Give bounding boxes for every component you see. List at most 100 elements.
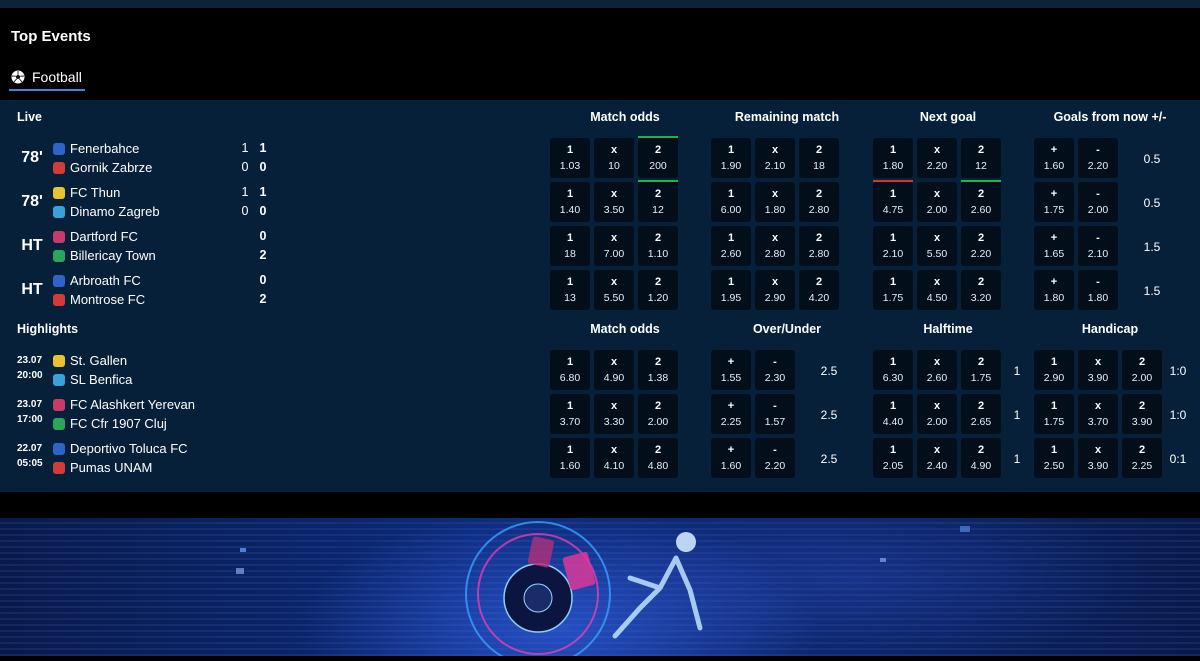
home-team[interactable]: St. Gallen [53, 351, 127, 370]
odds-button[interactable]: - 2.20 [1078, 138, 1118, 178]
odds-button[interactable]: 1 1.40 [550, 182, 590, 222]
odds-button[interactable]: 2 12 [638, 180, 678, 222]
odds-button[interactable]: 1 6.00 [711, 182, 751, 222]
odds-button[interactable]: 2 2.25 [1122, 438, 1162, 478]
odds-button[interactable]: x 2.20 [917, 138, 957, 178]
odds-button[interactable]: - 2.30 [755, 350, 795, 390]
score-away-score2: 0 [259, 204, 267, 218]
odds-button[interactable]: x 5.50 [594, 270, 634, 310]
odds-button[interactable]: 1 1.60 [550, 438, 590, 478]
odds-button[interactable]: 1 1.95 [711, 270, 751, 310]
odds-button[interactable]: - 2.10 [1078, 226, 1118, 266]
odds-button[interactable]: 2 3.20 [961, 270, 1001, 310]
away-team[interactable]: Pumas UNAM [53, 458, 152, 477]
odds-button[interactable]: x 2.40 [917, 438, 957, 478]
odds-button[interactable]: 2 200 [638, 136, 678, 178]
odds-button[interactable]: - 2.00 [1078, 182, 1118, 222]
odds-button[interactable]: x 1.80 [755, 182, 795, 222]
odds-button[interactable]: +1.80 [1034, 270, 1074, 310]
odds-button[interactable]: 1 2.05 [873, 438, 913, 478]
odds-button[interactable]: 1 1.80 [873, 138, 913, 178]
odds-button[interactable]: 1 13 [550, 270, 590, 310]
odds-button[interactable]: - 1.80 [1078, 270, 1118, 310]
odds-button[interactable]: 2 18 [799, 138, 839, 178]
home-team[interactable]: Dartford FC [53, 227, 138, 246]
odds-button[interactable]: x 3.30 [594, 394, 634, 434]
home-team[interactable]: Arbroath FC [53, 271, 141, 290]
odds-button[interactable]: 2 2.65 [961, 394, 1001, 434]
odds-button[interactable]: 1 2.90 [1034, 350, 1074, 390]
odds-button[interactable]: x 3.50 [594, 182, 634, 222]
odds-button[interactable]: x 2.90 [755, 270, 795, 310]
home-team[interactable]: FC Thun [53, 183, 120, 202]
odds-button[interactable]: +1.75 [1034, 182, 1074, 222]
odds-button[interactable]: x 2.00 [917, 182, 957, 222]
odds-button[interactable]: x 3.90 [1078, 350, 1118, 390]
highlight-match-row: 23.07 20:00 St. Gallen SL Benfica 1 6.80 x 4.90… [0, 349, 1200, 393]
home-team[interactable]: Deportivo Toluca FC [53, 439, 188, 458]
odds-button[interactable]: x 5.50 [917, 226, 957, 266]
odds-button[interactable]: 2 4.80 [638, 438, 678, 478]
odds-button[interactable]: x 2.00 [917, 394, 957, 434]
odds-button[interactable]: 1 3.70 [550, 394, 590, 434]
away-team[interactable]: Dinamo Zagreb [53, 202, 160, 221]
odds-button[interactable]: 1 4.40 [873, 394, 913, 434]
odds-button[interactable]: +1.60 [711, 438, 751, 478]
odds-button[interactable]: 2 4.90 [961, 438, 1001, 478]
odds-button[interactable]: x 2.60 [917, 350, 957, 390]
odds-button[interactable]: 2 1.10 [638, 226, 678, 266]
odds-button[interactable]: 2 1.20 [638, 270, 678, 310]
away-team[interactable]: Montrose FC [53, 290, 145, 309]
away-team[interactable]: Gornik Zabrze [53, 158, 152, 177]
odds-button[interactable]: x 4.90 [594, 350, 634, 390]
odds-button[interactable]: x 4.10 [594, 438, 634, 478]
odds-button[interactable]: 2 2.00 [1122, 350, 1162, 390]
odds-button[interactable]: 1 2.50 [1034, 438, 1074, 478]
odds-button[interactable]: 1 18 [550, 226, 590, 266]
odds-button[interactable]: 1 2.10 [873, 226, 913, 266]
odds-button[interactable]: 1 6.80 [550, 350, 590, 390]
odds-button[interactable]: x 10 [594, 138, 634, 178]
odds-button[interactable]: 2 2.00 [638, 394, 678, 434]
odds-button[interactable]: x 3.70 [1078, 394, 1118, 434]
odds-button[interactable]: 1 2.60 [711, 226, 751, 266]
tab-football[interactable]: Football [11, 64, 82, 90]
odds-button[interactable]: - 1.57 [755, 394, 795, 434]
odds-button[interactable]: x 4.50 [917, 270, 957, 310]
odds-button[interactable]: 1 6.30 [873, 350, 913, 390]
team-name: Gornik Zabrze [70, 160, 153, 175]
odds-button[interactable]: +2.25 [711, 394, 751, 434]
odds-button[interactable]: 1 1.03 [550, 138, 590, 178]
odds-button[interactable]: 2 1.38 [638, 350, 678, 390]
odds-button[interactable]: 2 2.80 [799, 226, 839, 266]
odds-outcome-label: 1 [566, 444, 574, 456]
odds-button[interactable]: 1 1.75 [1034, 394, 1074, 434]
away-team[interactable]: FC Cfr 1907 Cluj [53, 414, 167, 433]
odds-button[interactable]: x 2.10 [755, 138, 795, 178]
odds-button[interactable]: - 2.20 [755, 438, 795, 478]
odds-outcome-label: + [1050, 144, 1058, 156]
casino-promo-banner[interactable] [0, 518, 1200, 661]
halftime-line: 1 [1013, 452, 1021, 466]
home-team[interactable]: Fenerbahce [53, 139, 139, 158]
odds-button[interactable]: 1 4.75 [873, 180, 913, 222]
odds-button[interactable]: 2 2.20 [961, 226, 1001, 266]
away-team[interactable]: SL Benfica [53, 370, 132, 389]
odds-button[interactable]: 2 2.80 [799, 182, 839, 222]
odds-button[interactable]: 2 1.75 [961, 350, 1001, 390]
odds-button[interactable]: 2 12 [961, 138, 1001, 178]
odds-button[interactable]: 2 3.90 [1122, 394, 1162, 434]
away-team[interactable]: Billericay Town [53, 246, 156, 265]
odds-button[interactable]: 1 1.75 [873, 270, 913, 310]
odds-button[interactable]: 2 2.60 [961, 180, 1001, 222]
odds-button[interactable]: 2 4.20 [799, 270, 839, 310]
odds-button[interactable]: +1.65 [1034, 226, 1074, 266]
odds-button[interactable]: +1.60 [1034, 138, 1074, 178]
odds-button[interactable]: x 2.80 [755, 226, 795, 266]
odds-button[interactable]: +1.55 [711, 350, 751, 390]
odds-button[interactable]: x 7.00 [594, 226, 634, 266]
home-team[interactable]: FC Alashkert Yerevan [53, 395, 195, 414]
odds-outcome-label: 2 [977, 188, 985, 200]
odds-button[interactable]: x 3.90 [1078, 438, 1118, 478]
odds-button[interactable]: 1 1.90 [711, 138, 751, 178]
